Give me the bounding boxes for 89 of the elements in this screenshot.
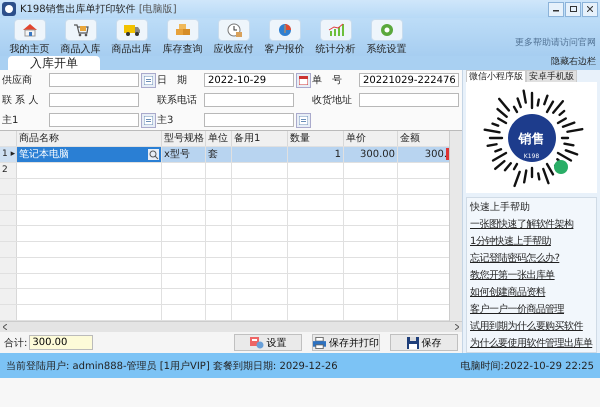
total-label: 合计: xyxy=(4,336,28,350)
maximize-icon xyxy=(570,6,576,12)
scroll-right-icon[interactable] xyxy=(455,324,459,330)
text-field[interactable]: 2022-10-29 xyxy=(204,73,294,87)
search-icon[interactable] xyxy=(148,149,159,160)
column-header[interactable]: 单位 xyxy=(206,131,232,146)
table-cell: 300. xyxy=(398,147,449,162)
row-header[interactable] xyxy=(0,289,17,304)
help-link[interactable]: 客户一户一价商品管理 xyxy=(470,302,593,316)
cell-editor[interactable]: 笔记本电脑 xyxy=(17,147,162,162)
column-header[interactable]: 型号规格 xyxy=(162,131,206,146)
close-button[interactable] xyxy=(582,2,598,16)
text-field[interactable] xyxy=(359,93,459,107)
row-header[interactable] xyxy=(0,274,17,288)
calendar-icon xyxy=(299,76,308,84)
help-title: 快速上手帮助 xyxy=(470,200,531,214)
row-header[interactable] xyxy=(0,226,17,242)
row-header[interactable] xyxy=(0,242,17,257)
row-header[interactable] xyxy=(0,210,17,226)
table-cell: 套 xyxy=(206,147,232,162)
table-cell: x型号 xyxy=(162,147,206,162)
text-field[interactable]: 20221029-222476 xyxy=(359,73,459,87)
column-header[interactable]: 备用1 xyxy=(232,131,288,146)
list-icon xyxy=(144,116,153,124)
help-link[interactable]: 为什么要使用软件管理出库单 xyxy=(470,336,593,350)
field-label: 单 号 xyxy=(312,74,343,87)
picker-button[interactable] xyxy=(296,112,311,128)
table-cell: 1 xyxy=(288,147,344,162)
total-field[interactable]: 300.00 xyxy=(29,335,94,350)
action-button[interactable]: 设置 xyxy=(234,334,302,352)
column-header[interactable]: 单价 xyxy=(344,131,398,146)
toolbar-button[interactable]: 库存查询 xyxy=(157,18,208,56)
row-header[interactable]: 2 xyxy=(0,163,17,178)
row-header[interactable] xyxy=(0,179,17,194)
toolbar-button[interactable]: 应收应付 xyxy=(208,18,259,56)
list-icon xyxy=(299,116,308,124)
text-field[interactable] xyxy=(49,113,139,127)
tab[interactable]: 微信小程序版 xyxy=(466,70,526,82)
minimize-button[interactable] xyxy=(548,2,564,16)
picker-button[interactable] xyxy=(296,72,311,88)
row-header[interactable] xyxy=(0,194,17,210)
list-icon xyxy=(144,76,153,84)
field-label: 收货地址 xyxy=(312,94,353,107)
toolbar-button[interactable]: 系统设置 xyxy=(361,18,412,56)
toolbar-button[interactable]: 我的主页 xyxy=(4,18,55,56)
help-link[interactable]: 教您开第一张出库单 xyxy=(470,268,593,282)
field-label: 日 期 xyxy=(157,74,188,87)
toolbar-button[interactable]: 统计分析 xyxy=(310,18,361,56)
scroll-left-icon[interactable] xyxy=(3,324,7,330)
column-header[interactable]: 金额 xyxy=(398,131,449,146)
maximize-button[interactable] xyxy=(565,2,581,16)
field-label: 主1 xyxy=(2,114,20,127)
window-title: K198销售出库单打印软件 [电脑版] xyxy=(20,2,178,16)
field-label: 联系电话 xyxy=(157,94,198,107)
toolbar-button[interactable]: 商品入库 xyxy=(55,18,106,56)
picker-button[interactable] xyxy=(141,72,156,88)
picker-button[interactable] xyxy=(141,112,156,128)
clock-status: 电脑时间:2022-10-29 22:25 xyxy=(460,360,594,372)
action-button[interactable]: 保存并打印 xyxy=(312,334,380,352)
printer-icon xyxy=(313,336,326,349)
qr-logo-text: 销售 xyxy=(518,131,544,148)
field-label: 供应商 xyxy=(2,74,33,87)
user-status: 当前登陆用户: admin888-管理员 [1用户VIP] 套餐到期日期: 2029-12-26 xyxy=(6,360,338,372)
row-header[interactable] xyxy=(0,258,17,273)
field-label: 主3 xyxy=(157,114,174,127)
field-label: 联 系 人 xyxy=(2,94,40,107)
horizontal-scrollbar[interactable] xyxy=(0,321,462,332)
help-link[interactable]: 1分钟快速上手帮助 xyxy=(470,234,593,248)
hide-sidebar-link[interactable]: 隐藏右边栏 xyxy=(551,55,600,70)
app-logo-icon xyxy=(2,2,16,16)
help-link[interactable]: 一张图快速了解软件架构 xyxy=(470,217,593,231)
help-link[interactable]: 如何创建商品资料 xyxy=(470,285,593,299)
text-field[interactable] xyxy=(49,73,139,87)
text-field[interactable] xyxy=(204,93,294,107)
toolbar-button[interactable]: 商品出库 xyxy=(106,18,157,56)
action-button[interactable]: 保存 xyxy=(390,334,458,352)
column-header[interactable]: 数量 xyxy=(288,131,344,146)
tab[interactable]: 安卓手机版 xyxy=(526,70,577,82)
table-cell: 300.00 xyxy=(344,147,398,162)
toolbar-button[interactable]: 客户报价 xyxy=(259,18,310,56)
close-icon xyxy=(587,6,593,12)
help-link[interactable]: 试用到期为什么要购买软件 xyxy=(470,319,593,333)
row-header[interactable]: 1 ▸ xyxy=(0,147,17,162)
column-header[interactable]: 商品名称 xyxy=(17,131,162,146)
help-link[interactable]: 忘记登陆密码怎么办? xyxy=(470,251,593,265)
vertical-scrollbar[interactable] xyxy=(449,131,462,321)
text-field[interactable] xyxy=(49,93,139,107)
tab[interactable]: 入库开单 xyxy=(8,56,100,70)
text-field[interactable] xyxy=(204,113,294,127)
